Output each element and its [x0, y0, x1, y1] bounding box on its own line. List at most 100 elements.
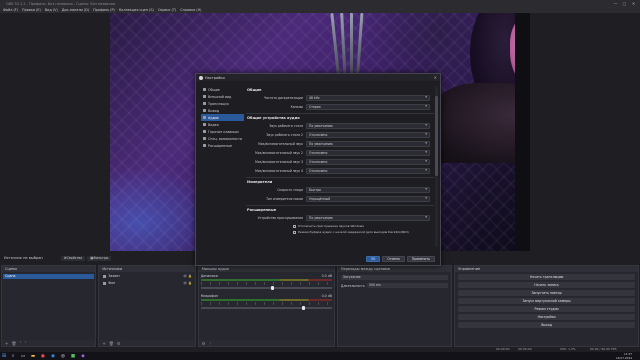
- meters-section-title: Измерители: [247, 180, 273, 184]
- duration-input[interactable]: 300 ms: [366, 283, 449, 288]
- menu-help[interactable]: Справка (H): [180, 8, 201, 12]
- fps-counter: 60.00 / 60.00 FPS: [590, 347, 617, 351]
- device-label: Мик/вспомогательный звук 2: [255, 150, 303, 155]
- app-icon-2[interactable]: ◆: [78, 352, 88, 360]
- nav-accessibility[interactable]: Спец. возможности: [201, 135, 244, 142]
- mixer-settings-icon[interactable]: ⚙: [202, 341, 206, 346]
- start-streaming-button[interactable]: Начать трансляцию: [458, 274, 635, 280]
- menu-edit[interactable]: Правка (E): [22, 8, 41, 12]
- menu-file[interactable]: Файл (F): [3, 8, 18, 12]
- menu-docks[interactable]: Док-панели (D): [62, 8, 89, 12]
- nav-stream[interactable]: Трансляция: [201, 100, 244, 107]
- menu-tools[interactable]: Сервис (T): [158, 8, 176, 12]
- virtual-camera-button[interactable]: Запуск виртуальной камеры: [458, 298, 635, 304]
- remove-scene-icon[interactable]: 🗑: [11, 341, 16, 346]
- device-select[interactable]: Отключено: [306, 131, 430, 138]
- device-label: Звук рабочего стола 2: [266, 132, 303, 137]
- source-item-label: Захват: [108, 274, 120, 278]
- volume-slider[interactable]: [200, 286, 332, 290]
- move-up-icon[interactable]: ˄: [19, 341, 21, 346]
- exit-button[interactable]: Выход: [458, 322, 635, 328]
- decay-select[interactable]: Быстро: [306, 186, 430, 193]
- file-explorer-icon[interactable]: ▬: [28, 352, 38, 360]
- output-icon: [203, 109, 206, 112]
- device-row: Мик/вспомогательный звук По умолчанию: [246, 140, 434, 147]
- device-row: Мик/вспомогательный звук 4 Отключено: [246, 167, 434, 174]
- remove-source-icon[interactable]: 🗑: [109, 341, 114, 346]
- start-replay-button[interactable]: Запустить повтор: [458, 290, 635, 296]
- add-scene-icon[interactable]: +: [5, 341, 8, 346]
- app-icon[interactable]: ■: [68, 352, 78, 360]
- device-select[interactable]: По умолчанию: [306, 140, 430, 147]
- move-down-icon[interactable]: ˅: [24, 341, 26, 346]
- device-select[interactable]: Отключено: [306, 158, 430, 165]
- device-label: Мик/вспомогательный звук 3: [255, 159, 303, 164]
- nav-general[interactable]: Общие: [201, 86, 244, 93]
- apply-button[interactable]: Применить: [406, 256, 435, 262]
- transition-type-select[interactable]: Затухание: [340, 275, 449, 280]
- monitor-icon: [203, 123, 206, 126]
- browser-icon[interactable]: ●: [38, 352, 48, 360]
- scrollbar-thumb[interactable]: [435, 96, 438, 176]
- nav-audio[interactable]: Аудио: [201, 114, 244, 121]
- mixer-channel: Микрофон 0.0 dB: [200, 294, 332, 310]
- add-source-icon[interactable]: +: [102, 341, 105, 346]
- minimize-button[interactable]: —: [611, 0, 620, 7]
- nav-video[interactable]: Видео: [201, 121, 244, 128]
- studio-mode-button[interactable]: Режим студии: [458, 306, 635, 312]
- channel-name: Микрофон: [200, 294, 219, 298]
- maximize-button[interactable]: ▢: [620, 0, 629, 7]
- settings-button[interactable]: Настройки: [458, 314, 635, 320]
- controls-dock: Управление Начать трансляцию Начать запи…: [454, 265, 639, 347]
- channels-select[interactable]: Стерео: [306, 103, 430, 110]
- device-row: Мик/вспомогательный звук 3 Отключено: [246, 158, 434, 165]
- mixer-menu-icon[interactable]: ⋮: [208, 341, 212, 346]
- nav-hotkeys[interactable]: Горячие клавиши: [201, 128, 244, 135]
- menu-scene-collection[interactable]: Коллекция сцен (S): [119, 8, 154, 12]
- menu-profile[interactable]: Профиль (P): [93, 8, 115, 12]
- nav-output[interactable]: Вывод: [201, 107, 244, 114]
- ok-button[interactable]: OK: [365, 256, 381, 262]
- low-latency-checkbox[interactable]: [293, 230, 296, 234]
- volume-slider-knob[interactable]: [271, 286, 275, 290]
- palette-icon: [203, 95, 206, 98]
- visibility-lock-icons[interactable]: 👁 🔒: [183, 281, 192, 286]
- nav-label: Общие: [208, 87, 220, 92]
- windows-start-icon[interactable]: ⊞: [0, 352, 8, 360]
- edge-icon[interactable]: ◉: [48, 352, 58, 360]
- source-item[interactable]: Фон 👁 🔒: [100, 281, 193, 286]
- clock-date: 16.07.2024: [615, 356, 632, 360]
- peak-select[interactable]: Упрощённый: [306, 195, 430, 202]
- scene-item[interactable]: Сцена: [3, 274, 95, 279]
- source-item[interactable]: Захват 👁 🔒: [100, 274, 193, 279]
- source-settings-icon[interactable]: ⚙: [117, 341, 121, 346]
- preview-right-band: [515, 13, 530, 251]
- scenes-footer: + 🗑 ˄ ˅: [2, 340, 96, 346]
- devices-section-title: Общие устройства аудио: [247, 116, 300, 120]
- volume-slider[interactable]: [200, 306, 332, 310]
- nav-appearance[interactable]: Внешний вид: [201, 93, 244, 100]
- task-view-icon[interactable]: ▭: [18, 352, 28, 360]
- search-icon[interactable]: ⌕: [8, 352, 18, 360]
- ducking-checkbox[interactable]: [293, 224, 296, 228]
- device-select[interactable]: Отключено: [306, 167, 430, 174]
- dialog-close-icon[interactable]: ✕: [434, 75, 437, 80]
- visibility-lock-icons[interactable]: 👁 🔒: [183, 274, 192, 279]
- device-select[interactable]: По умолчанию: [306, 122, 430, 129]
- dialog-scrollbar[interactable]: [435, 86, 438, 246]
- nav-advanced[interactable]: Расширенные: [201, 142, 244, 149]
- volume-slider-knob[interactable]: [301, 306, 305, 310]
- low-latency-checkbox-row[interactable]: Режим буфера аудио с низкой задержкой (д…: [246, 229, 434, 235]
- sample-rate-select[interactable]: 48 kHz: [306, 94, 430, 101]
- monitor-select[interactable]: По умолчанию: [306, 214, 430, 221]
- start-recording-button[interactable]: Начать запись: [458, 282, 635, 288]
- broadcast-icon: [203, 102, 206, 105]
- properties-button[interactable]: ⚙ Свойства: [60, 255, 86, 261]
- device-select[interactable]: Отключено: [306, 149, 430, 156]
- close-button[interactable]: ✕: [629, 0, 638, 7]
- obs-taskbar-icon[interactable]: ◎: [58, 352, 68, 360]
- decay-label: Скорость спада: [277, 187, 303, 192]
- filters-button[interactable]: ▦ Фильтры: [87, 255, 112, 261]
- cancel-button[interactable]: Отмена: [382, 256, 405, 262]
- menu-view[interactable]: Вид (V): [45, 8, 58, 12]
